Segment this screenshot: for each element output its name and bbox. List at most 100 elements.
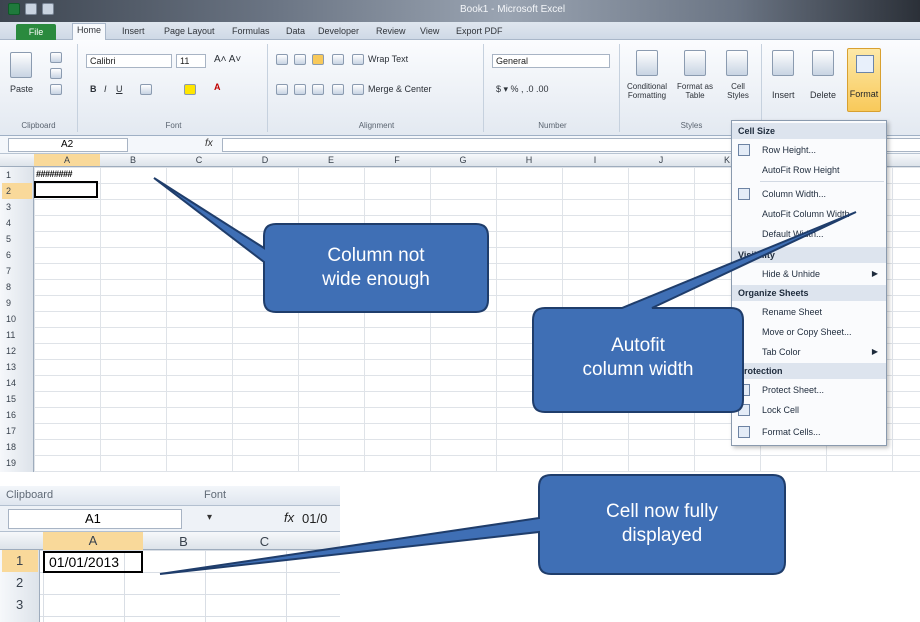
- column-header-d[interactable]: D: [232, 155, 298, 165]
- paste-icon[interactable]: [10, 52, 32, 78]
- column-header-b[interactable]: B: [100, 155, 166, 165]
- save-icon[interactable]: [25, 3, 37, 15]
- format-as-table-label[interactable]: Format as Table: [674, 82, 716, 100]
- italic-icon[interactable]: I: [104, 84, 107, 94]
- column-header-c[interactable]: C: [166, 155, 232, 165]
- row-header[interactable]: 1: [2, 167, 32, 183]
- grow-font-icon[interactable]: A˄ A˅: [214, 54, 241, 65]
- tab-export-pdf[interactable]: Export PDF: [452, 25, 507, 37]
- column-header-e[interactable]: E: [298, 155, 364, 165]
- delete-cells-label[interactable]: Delete: [810, 90, 836, 100]
- formula-value[interactable]: 01/0: [302, 511, 327, 526]
- column-header-b[interactable]: B: [143, 534, 224, 549]
- worksheet-grid[interactable]: A B C 1 2 3 01/01/2013: [0, 532, 340, 622]
- menu-item-column-width[interactable]: Column Width...: [732, 185, 886, 203]
- align-left-icon[interactable]: [276, 84, 288, 95]
- row-header[interactable]: 6: [2, 247, 32, 263]
- column-header-i[interactable]: I: [562, 155, 628, 165]
- row-header[interactable]: 19: [2, 455, 32, 471]
- align-center-icon[interactable]: [294, 84, 306, 95]
- tab-formulas[interactable]: Formulas: [228, 25, 274, 37]
- row-header[interactable]: 10: [2, 311, 32, 327]
- row-header[interactable]: 12: [2, 343, 32, 359]
- row-header[interactable]: 1: [2, 550, 38, 572]
- bold-icon[interactable]: B: [90, 84, 97, 94]
- tab-developer[interactable]: Developer: [314, 25, 363, 37]
- menu-item-lock-cell[interactable]: Lock Cell: [732, 401, 886, 419]
- column-header-c[interactable]: C: [224, 534, 305, 549]
- menu-item-default-width[interactable]: Default Width...: [732, 225, 886, 243]
- merge-center-button[interactable]: Merge & Center: [368, 84, 432, 94]
- row-header[interactable]: 16: [2, 407, 32, 423]
- row-header[interactable]: 13: [2, 359, 32, 375]
- tab-insert[interactable]: Insert: [118, 25, 149, 37]
- column-header-j[interactable]: J: [628, 155, 694, 165]
- delete-cells-icon[interactable]: [812, 50, 834, 76]
- copy-icon[interactable]: [50, 68, 62, 79]
- menu-item-hide-unhide[interactable]: Hide & Unhide ▶: [732, 265, 886, 283]
- format-button[interactable]: Format: [847, 48, 881, 112]
- fill-color-icon[interactable]: [184, 84, 196, 95]
- tab-view[interactable]: View: [416, 25, 443, 37]
- row-header[interactable]: 11: [2, 327, 32, 343]
- row-header[interactable]: 15: [2, 391, 32, 407]
- align-right-icon[interactable]: [312, 84, 324, 95]
- undo-icon[interactable]: [42, 3, 54, 15]
- menu-item-row-height[interactable]: Row Height...: [732, 141, 886, 159]
- tab-page-layout[interactable]: Page Layout: [160, 25, 219, 37]
- align-top-icon[interactable]: [276, 54, 288, 65]
- row-header[interactable]: 7: [2, 263, 32, 279]
- cut-icon[interactable]: [50, 52, 62, 63]
- underline-icon[interactable]: U: [116, 84, 123, 94]
- insert-cells-label[interactable]: Insert: [772, 90, 795, 100]
- name-box[interactable]: A1: [8, 509, 182, 529]
- row-header[interactable]: 18: [2, 439, 32, 455]
- column-header-n[interactable]: N: [892, 155, 920, 165]
- cell-a2-selected[interactable]: [34, 181, 98, 198]
- cell-styles-icon[interactable]: [726, 50, 748, 76]
- column-header-f[interactable]: F: [364, 155, 430, 165]
- row-header[interactable]: 14: [2, 375, 32, 391]
- tab-data[interactable]: Data: [282, 25, 309, 37]
- tab-file[interactable]: File: [16, 24, 56, 40]
- row-header[interactable]: 3: [2, 594, 38, 616]
- cell-a1-overflow[interactable]: ########: [36, 169, 73, 179]
- column-header-a[interactable]: A: [34, 154, 100, 166]
- menu-item-rename-sheet[interactable]: Rename Sheet: [732, 303, 886, 321]
- name-box-dropdown-icon[interactable]: ▾: [207, 512, 212, 523]
- wrap-text-icon[interactable]: [352, 54, 364, 65]
- row-header[interactable]: 17: [2, 423, 32, 439]
- format-as-table-icon[interactable]: [684, 50, 706, 76]
- font-name-combo[interactable]: Calibri: [86, 54, 172, 68]
- menu-item-tab-color[interactable]: Tab Color ▶: [732, 343, 886, 361]
- indent-icon[interactable]: [332, 84, 344, 95]
- name-box[interactable]: A2: [8, 138, 128, 152]
- menu-item-autofit-column-width[interactable]: AutoFit Column Width: [732, 205, 886, 223]
- align-bottom-icon[interactable]: [312, 54, 324, 65]
- merge-icon[interactable]: [352, 84, 364, 95]
- function-icon[interactable]: fx: [205, 138, 213, 149]
- column-header-g[interactable]: G: [430, 155, 496, 165]
- insert-cells-icon[interactable]: [772, 50, 794, 76]
- orientation-icon[interactable]: [332, 54, 344, 65]
- tab-home[interactable]: Home: [72, 23, 107, 40]
- row-header[interactable]: 3: [2, 199, 32, 215]
- row-header[interactable]: 2: [2, 572, 38, 594]
- conditional-formatting-label[interactable]: Conditional Formatting: [622, 82, 672, 100]
- row-header[interactable]: 4: [2, 215, 32, 231]
- wrap-text-button[interactable]: Wrap Text: [368, 54, 408, 64]
- format-painter-icon[interactable]: [50, 84, 62, 95]
- row-header[interactable]: 9: [2, 295, 32, 311]
- align-middle-icon[interactable]: [294, 54, 306, 65]
- menu-item-format-cells[interactable]: Format Cells...: [732, 423, 886, 441]
- cell-styles-label[interactable]: Cell Styles: [722, 82, 754, 100]
- menu-item-move-copy-sheet[interactable]: Move or Copy Sheet...: [732, 323, 886, 341]
- conditional-formatting-icon[interactable]: [636, 50, 658, 76]
- menu-item-autofit-row-height[interactable]: AutoFit Row Height: [732, 161, 886, 179]
- tab-review[interactable]: Review: [372, 25, 410, 37]
- row-header[interactable]: 5: [2, 231, 32, 247]
- column-header-h[interactable]: H: [496, 155, 562, 165]
- font-color-icon[interactable]: A: [214, 82, 221, 92]
- column-header-a[interactable]: A: [43, 532, 143, 550]
- function-icon[interactable]: fx: [284, 510, 294, 525]
